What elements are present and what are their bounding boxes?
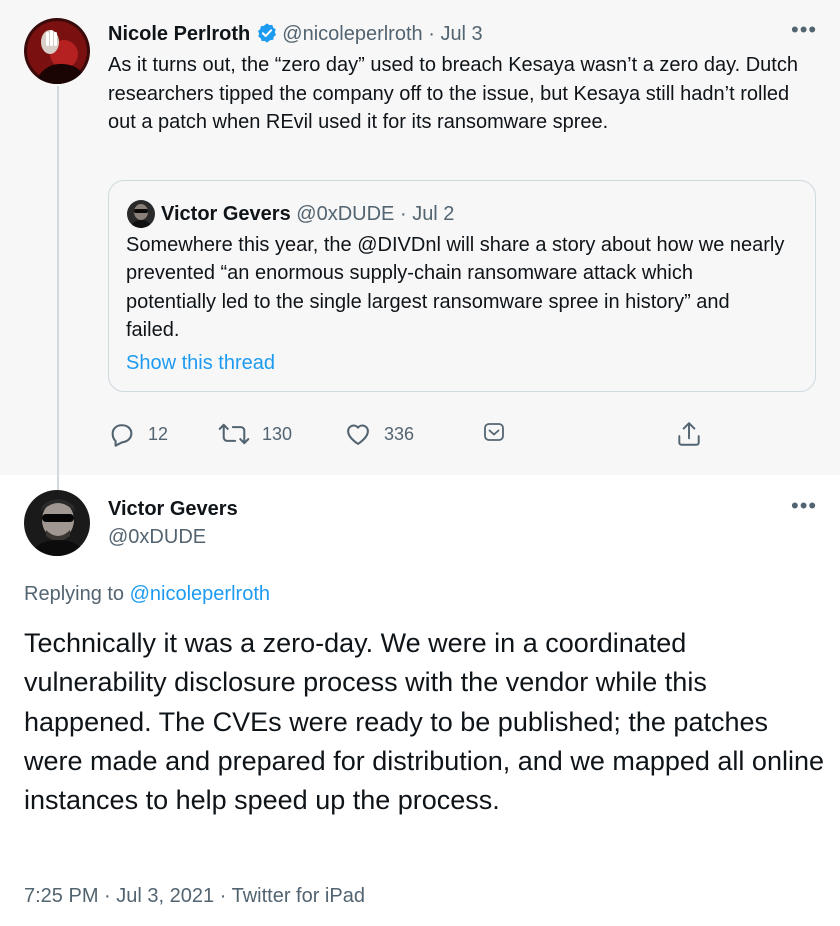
reply-icon	[108, 420, 136, 448]
retweet-icon	[218, 420, 250, 448]
heart-icon	[344, 420, 372, 448]
header-separator: ·	[428, 23, 435, 45]
quoted-author-handle: @0xDUDE	[296, 203, 395, 225]
replying-to-link[interactable]: @nicoleperlroth	[130, 583, 270, 605]
tweet-time[interactable]: 7:25 PM	[24, 885, 98, 907]
tweet-date[interactable]: Jul 3	[440, 23, 482, 45]
replying-to-line: Replying to @nicoleperlroth	[24, 581, 270, 607]
tip-button[interactable]	[482, 420, 506, 444]
verified-badge-icon	[256, 22, 278, 51]
retweet-count: 130	[262, 423, 293, 444]
quoted-header-separator: ·	[399, 203, 407, 225]
quoted-tweet-header: Victor Gevers @0xDUDE · Jul 2	[161, 201, 454, 227]
reply-button[interactable]: 12	[108, 420, 168, 448]
thread-connector-line	[57, 86, 59, 490]
parent-tweet-text: As it turns out, the “zero day” used to …	[108, 54, 798, 134]
tweet-actions-bar: 12 130 336	[108, 420, 708, 450]
quoted-tweet-text: Somewhere this year, the @DIVDnl will sh…	[126, 234, 785, 342]
like-count: 336	[384, 423, 415, 444]
more-options-icon[interactable]: •••	[791, 19, 817, 41]
replying-prefix: Replying to	[24, 583, 125, 605]
reply-tweet-text: Technically it was a zero-day. We were i…	[24, 628, 824, 816]
tweet-full-date[interactable]: Jul 3, 2021	[116, 885, 214, 907]
quoted-author-name: Victor Gevers	[161, 203, 291, 225]
quoted-tweet-card[interactable]: Victor Gevers @0xDUDE · Jul 2 Somewhere …	[108, 180, 816, 392]
meta-separator-2: ·	[219, 885, 227, 907]
quoted-tweet-date: Jul 2	[412, 203, 455, 225]
more-options-icon[interactable]: •••	[791, 495, 817, 517]
author-handle[interactable]: @nicoleperlroth	[282, 23, 422, 45]
avatar-victor-gevers-small	[127, 200, 155, 228]
avatar-victor-gevers[interactable]	[24, 490, 90, 556]
parent-tweet-header: Nicole Perlroth @nicoleperlroth · Jul 3	[108, 21, 483, 51]
show-thread-link[interactable]: Show this thread	[126, 350, 275, 376]
reply-count: 12	[148, 423, 169, 444]
reply-author-name[interactable]: Victor Gevers	[108, 496, 238, 522]
meta-separator: ·	[104, 885, 111, 907]
reply-author-handle[interactable]: @0xDUDE	[108, 524, 206, 550]
retweet-button[interactable]: 130	[218, 420, 292, 448]
tweet-metadata: 7:25 PM · Jul 3, 2021 · Twitter for iPad	[24, 883, 365, 909]
share-icon	[676, 420, 702, 448]
like-button[interactable]: 336	[344, 420, 414, 448]
tweet-client[interactable]: Twitter for iPad	[232, 885, 365, 907]
tip-jar-icon	[482, 420, 506, 444]
author-name[interactable]: Nicole Perlroth	[108, 23, 250, 45]
avatar-nicole-perlroth[interactable]	[24, 18, 90, 84]
parent-tweet[interactable]: Nicole Perlroth @nicoleperlroth · Jul 3 •…	[0, 0, 840, 490]
share-button[interactable]	[676, 420, 702, 448]
